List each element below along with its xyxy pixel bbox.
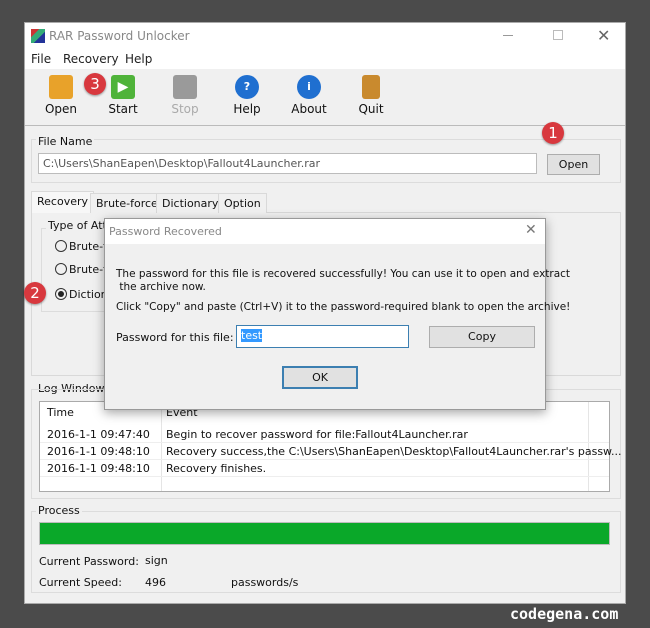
stop-label: Stop xyxy=(171,102,199,116)
open-button[interactable]: Open xyxy=(31,73,91,116)
current-speed-label: Current Speed: xyxy=(39,576,122,589)
help-button[interactable]: ? Help xyxy=(217,73,277,116)
log-row[interactable]: 2016-1-1 09:48:10 Recovery finishes. xyxy=(40,460,609,477)
tab-dictionary[interactable]: Dictionary xyxy=(156,193,225,213)
app-icon xyxy=(31,29,45,43)
log-row[interactable]: 2016-1-1 09:47:40 Begin to recover passwo… xyxy=(40,426,609,443)
log-time: 2016-1-1 09:48:10 xyxy=(47,462,150,475)
radio-brute-force-1[interactable]: Brute-f xyxy=(55,240,107,253)
current-speed-value: 496 xyxy=(145,576,166,589)
step-badge-2: 2 xyxy=(24,282,46,304)
dialog-message-2: Click "Copy" and paste (Ctrl+V) it to th… xyxy=(116,301,571,313)
folder-open-icon xyxy=(49,75,73,99)
dialog-close-icon[interactable]: ✕ xyxy=(525,222,537,238)
dialog-message-1b: the archive now. xyxy=(116,281,206,293)
radio-label: Brute-f xyxy=(69,263,107,276)
dialog-message-1: The password for this file is recovered … xyxy=(116,268,571,280)
log-time: 2016-1-1 09:47:40 xyxy=(47,428,150,441)
progress-bar xyxy=(39,522,610,545)
tab-brute-force[interactable]: Brute-force xyxy=(90,193,164,213)
tab-option[interactable]: Option xyxy=(218,193,267,213)
current-password-label: Current Password: xyxy=(39,555,139,568)
menu-file[interactable]: File xyxy=(31,52,51,66)
log-event: Begin to recover password for file:Fallo… xyxy=(166,428,468,441)
door-icon xyxy=(362,75,380,99)
help-label: Help xyxy=(233,102,261,116)
radio-label: Brute-f xyxy=(69,240,107,253)
start-label: Start xyxy=(108,102,138,116)
window-title: RAR Password Unlocker xyxy=(49,29,190,43)
password-label: Password for this file: xyxy=(116,331,234,344)
stop-button[interactable]: Stop xyxy=(155,73,215,116)
log-event: Recovery success,the C:\Users\ShanEapen\… xyxy=(166,445,622,458)
watermark: codegena.com xyxy=(510,605,619,623)
progress-fill xyxy=(40,523,609,544)
log-list[interactable]: Time Event 2016-1-1 09:47:40 Begin to reco… xyxy=(39,401,622,492)
file-name-label: File Name xyxy=(36,135,95,148)
radio-brute-force-2[interactable]: Brute-f xyxy=(55,263,107,276)
maximize-icon[interactable] xyxy=(553,30,563,40)
toolbar: Open ▶ Start Stop ? Help i About Quit xyxy=(25,69,625,126)
menu-recovery[interactable]: Recovery xyxy=(63,52,119,66)
help-icon: ? xyxy=(235,75,259,99)
log-row[interactable]: 2016-1-1 09:48:10 Recovery success,the C:… xyxy=(40,443,622,460)
password-value: test xyxy=(241,329,263,342)
dialog-title-bar: Password Recovered ✕ xyxy=(105,219,545,244)
step-badge-3: 3 xyxy=(84,73,106,95)
radio-icon xyxy=(55,240,67,252)
copy-button[interactable]: Copy xyxy=(429,326,535,348)
column-time[interactable]: Time xyxy=(47,406,74,419)
password-field[interactable]: test xyxy=(236,325,409,348)
dialog-title: Password Recovered xyxy=(109,225,222,238)
file-path-input[interactable]: C:\Users\ShanEapen\Desktop\Fallout4Launc… xyxy=(38,153,537,174)
play-icon: ▶ xyxy=(111,75,135,99)
current-password-value: sign xyxy=(145,554,168,567)
radio-selected-icon xyxy=(55,288,67,300)
minimize-icon[interactable] xyxy=(503,35,513,36)
menu-bar: File Recovery Help xyxy=(25,49,625,69)
close-icon[interactable]: ✕ xyxy=(597,26,610,45)
stop-icon xyxy=(173,75,197,99)
title-bar: RAR Password Unlocker ✕ xyxy=(25,23,625,49)
password-recovered-dialog: Password Recovered ✕ The password for th… xyxy=(104,218,570,410)
quit-button[interactable]: Quit xyxy=(341,73,401,116)
process-label: Process xyxy=(36,504,82,517)
about-label: About xyxy=(291,102,327,116)
info-icon: i xyxy=(297,75,321,99)
log-time: 2016-1-1 09:48:10 xyxy=(47,445,150,458)
speed-unit: passwords/s xyxy=(231,576,299,589)
ok-button[interactable]: OK xyxy=(282,366,358,389)
radio-icon xyxy=(55,263,67,275)
step-badge-1: 1 xyxy=(542,122,564,144)
open-label: Open xyxy=(44,102,78,116)
log-event: Recovery finishes. xyxy=(166,462,267,475)
about-button[interactable]: i About xyxy=(279,73,339,116)
quit-label: Quit xyxy=(358,102,384,116)
tab-recovery[interactable]: Recovery xyxy=(31,191,95,213)
menu-help[interactable]: Help xyxy=(125,52,152,66)
file-open-button[interactable]: Open xyxy=(547,154,600,175)
